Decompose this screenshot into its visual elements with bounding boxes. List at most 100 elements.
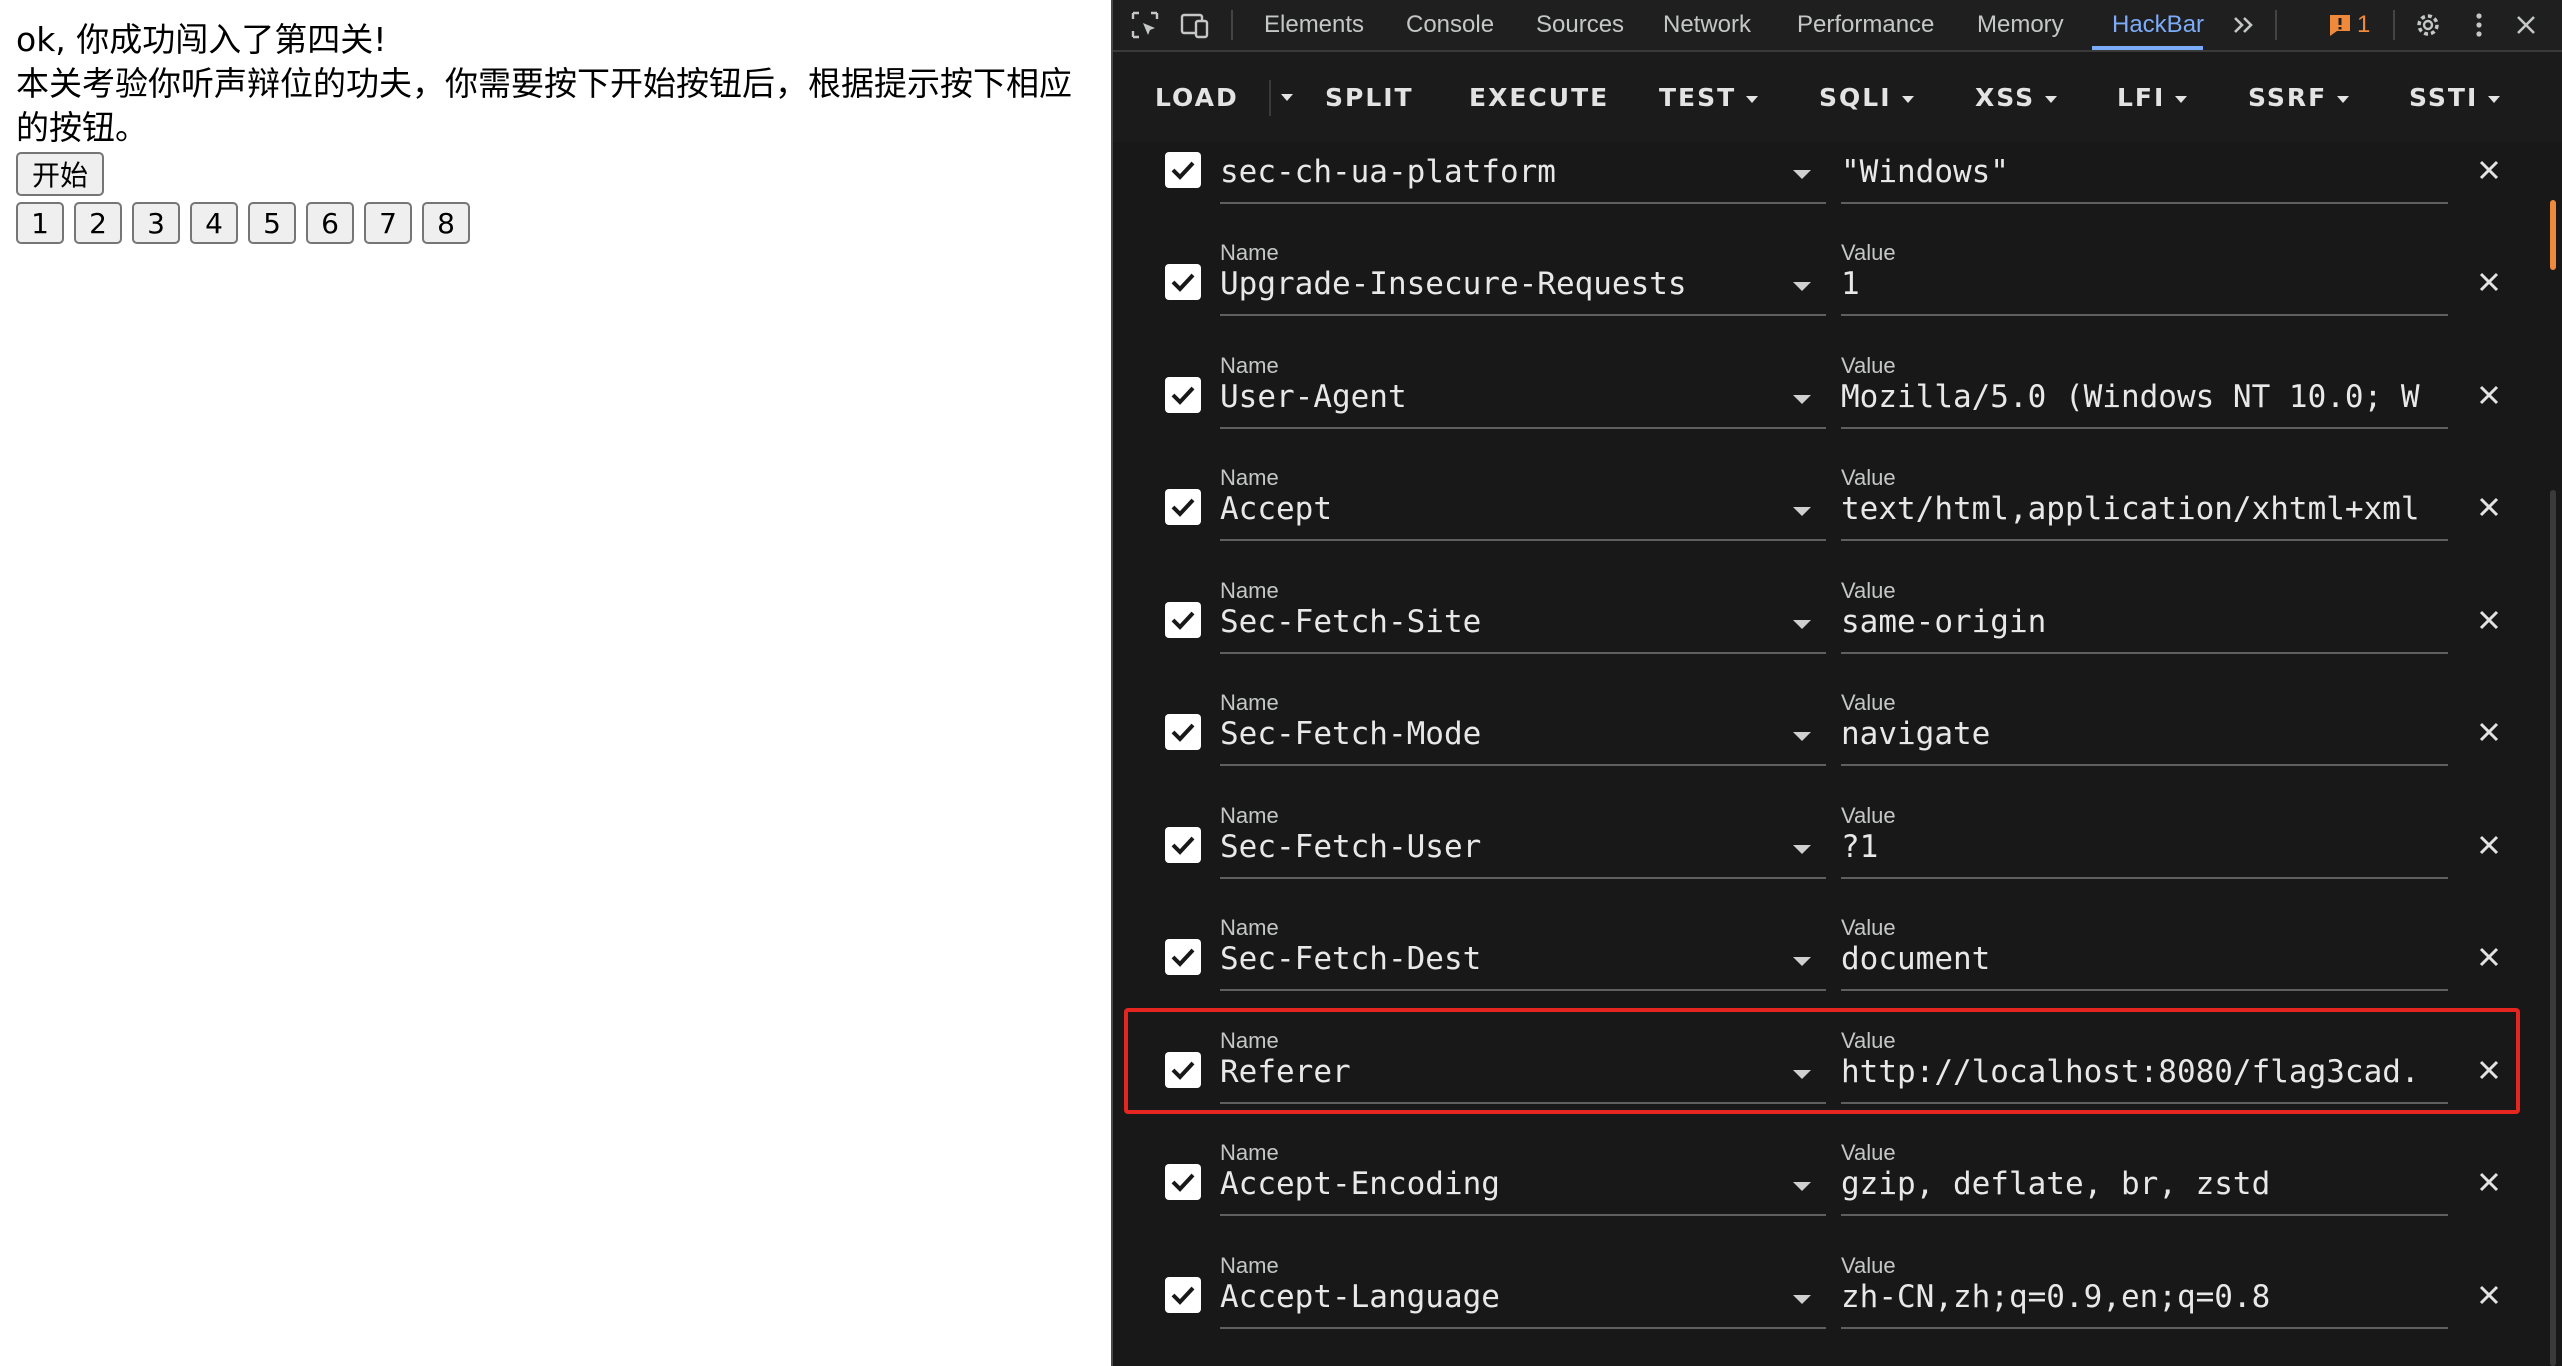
header-enabled-checkbox[interactable] (1165, 489, 1201, 525)
header-name-input[interactable]: Accept-Language (1220, 1277, 1780, 1317)
test-menu-button[interactable]: TEST (1659, 80, 1759, 116)
number-button-4[interactable]: 4 (190, 202, 238, 244)
value-label: Value (1841, 915, 1896, 940)
lfi-menu-button[interactable]: LFI (2117, 80, 2188, 116)
tab-sources[interactable]: Sources (1536, 0, 1624, 50)
more-options-icon[interactable] (2463, 9, 2495, 41)
name-dropdown-icon[interactable] (1793, 282, 1811, 291)
inspect-element-icon[interactable] (1129, 9, 1161, 41)
number-button-1[interactable]: 1 (16, 202, 64, 244)
header-name-input[interactable]: Referer (1220, 1052, 1780, 1092)
number-button-7[interactable]: 7 (364, 202, 412, 244)
header-value-input[interactable]: gzip, deflate, br, zstd (1841, 1164, 2421, 1204)
header-enabled-checkbox[interactable] (1165, 939, 1201, 975)
name-dropdown-icon[interactable] (1793, 957, 1811, 966)
name-label: Name (1220, 465, 1279, 490)
header-enabled-checkbox[interactable] (1165, 827, 1201, 863)
header-name-input[interactable]: Sec-Fetch-Dest (1220, 939, 1780, 979)
tab-hackbar[interactable]: HackBar (2112, 0, 2204, 50)
tab-performance[interactable]: Performance (1797, 0, 1934, 50)
number-button-5[interactable]: 5 (248, 202, 296, 244)
settings-gear-icon[interactable] (2412, 9, 2444, 41)
number-button-8[interactable]: 8 (422, 202, 470, 244)
header-value-input[interactable]: "Windows" (1841, 152, 2421, 192)
header-name-input[interactable]: Sec-Fetch-Mode (1220, 714, 1780, 754)
remove-header-icon[interactable] (2475, 831, 2503, 859)
sqli-menu-button[interactable]: SQLI (1819, 80, 1914, 116)
header-enabled-checkbox[interactable] (1165, 152, 1201, 188)
remove-header-icon[interactable] (2475, 606, 2503, 634)
number-button-6[interactable]: 6 (306, 202, 354, 244)
remove-header-icon[interactable] (2475, 1056, 2503, 1084)
load-button[interactable]: LOAD (1155, 80, 1239, 116)
header-value-input[interactable]: document (1841, 939, 2421, 979)
split-button[interactable]: SPLIT (1325, 80, 1414, 116)
remove-header-icon[interactable] (2475, 943, 2503, 971)
name-dropdown-icon[interactable] (1793, 1070, 1811, 1079)
ssti-menu-button[interactable]: SSTI (2409, 80, 2501, 116)
issues-warning-icon[interactable] (2327, 12, 2353, 38)
number-button-3[interactable]: 3 (132, 202, 180, 244)
tab-elements[interactable]: Elements (1264, 0, 1364, 50)
remove-header-icon[interactable] (2475, 1168, 2503, 1196)
level-description: 本关考验你听声辩位的功夫，你需要按下开始按钮后，根据提示按下相应 (16, 64, 1072, 103)
remove-header-icon[interactable] (2475, 268, 2503, 296)
scrollbar-thumb[interactable] (2550, 200, 2556, 270)
header-enabled-checkbox[interactable] (1165, 1164, 1201, 1200)
header-name-input[interactable]: Sec-Fetch-Site (1220, 602, 1780, 642)
start-button[interactable]: 开始 (16, 152, 104, 196)
scrollbar-track[interactable] (2550, 490, 2556, 1366)
issues-count[interactable]: 1 (2357, 0, 2370, 50)
name-dropdown-icon[interactable] (1793, 845, 1811, 854)
header-value-input[interactable]: 1 (1841, 264, 2421, 304)
header-value-input[interactable]: http://localhost:8080/flag3cad.ph (1841, 1052, 2421, 1092)
tab-memory[interactable]: Memory (1977, 0, 2064, 50)
name-dropdown-icon[interactable] (1793, 395, 1811, 404)
header-enabled-checkbox[interactable] (1165, 264, 1201, 300)
name-dropdown-icon[interactable] (1793, 732, 1811, 741)
remove-header-icon[interactable] (2475, 156, 2503, 184)
header-name-input[interactable]: Accept (1220, 489, 1780, 529)
header-name-input[interactable]: Sec-Fetch-User (1220, 827, 1780, 867)
header-value-input[interactable]: Mozilla/5.0 (Windows NT 10.0; Win (1841, 377, 2421, 417)
header-enabled-checkbox[interactable] (1165, 1277, 1201, 1313)
header-value-input[interactable]: zh-CN,zh;q=0.9,en;q=0.8 (1841, 1277, 2421, 1317)
ssrf-menu-button[interactable]: SSRF (2248, 80, 2350, 116)
name-label: Name (1220, 803, 1279, 828)
remove-header-icon[interactable] (2475, 1281, 2503, 1309)
header-name-input[interactable]: Upgrade-Insecure-Requests (1220, 264, 1780, 304)
header-enabled-checkbox[interactable] (1165, 377, 1201, 413)
name-label: Name (1220, 578, 1279, 603)
header-name-input[interactable]: User-Agent (1220, 377, 1780, 417)
number-button-2[interactable]: 2 (74, 202, 122, 244)
header-name-input[interactable]: sec-ch-ua-platform (1220, 152, 1780, 192)
value-label: Value (1841, 1253, 1896, 1278)
header-value-input[interactable]: text/html,application/xhtml+xml,ap (1841, 489, 2421, 529)
header-name-input[interactable]: Accept-Encoding (1220, 1164, 1780, 1204)
header-value-input[interactable]: same-origin (1841, 602, 2421, 642)
remove-header-icon[interactable] (2475, 718, 2503, 746)
more-tabs-chevron-icon[interactable] (2229, 9, 2261, 41)
name-dropdown-icon[interactable] (1793, 170, 1811, 179)
name-dropdown-icon[interactable] (1793, 507, 1811, 516)
execute-button[interactable]: EXECUTE (1469, 80, 1609, 116)
name-label: Name (1220, 1028, 1279, 1053)
header-enabled-checkbox[interactable] (1165, 714, 1201, 750)
header-enabled-checkbox[interactable] (1165, 602, 1201, 638)
remove-header-icon[interactable] (2475, 381, 2503, 409)
name-dropdown-icon[interactable] (1793, 1295, 1811, 1304)
name-dropdown-icon[interactable] (1793, 620, 1811, 629)
load-dropdown-button[interactable] (1269, 80, 1301, 116)
header-row: Name Value Accept-Language zh-CN,zh;q=0.… (1113, 1253, 2562, 1366)
tab-console[interactable]: Console (1406, 0, 1494, 50)
tab-network[interactable]: Network (1663, 0, 1751, 50)
device-toolbar-icon[interactable] (1179, 9, 1211, 41)
name-dropdown-icon[interactable] (1793, 1182, 1811, 1191)
xss-menu-button[interactable]: XSS (1975, 80, 2058, 116)
header-value-input[interactable]: navigate (1841, 714, 2421, 754)
value-underline (1841, 764, 2448, 766)
close-devtools-icon[interactable] (2510, 9, 2542, 41)
remove-header-icon[interactable] (2475, 493, 2503, 521)
header-enabled-checkbox[interactable] (1165, 1052, 1201, 1088)
header-value-input[interactable]: ?1 (1841, 827, 2421, 867)
